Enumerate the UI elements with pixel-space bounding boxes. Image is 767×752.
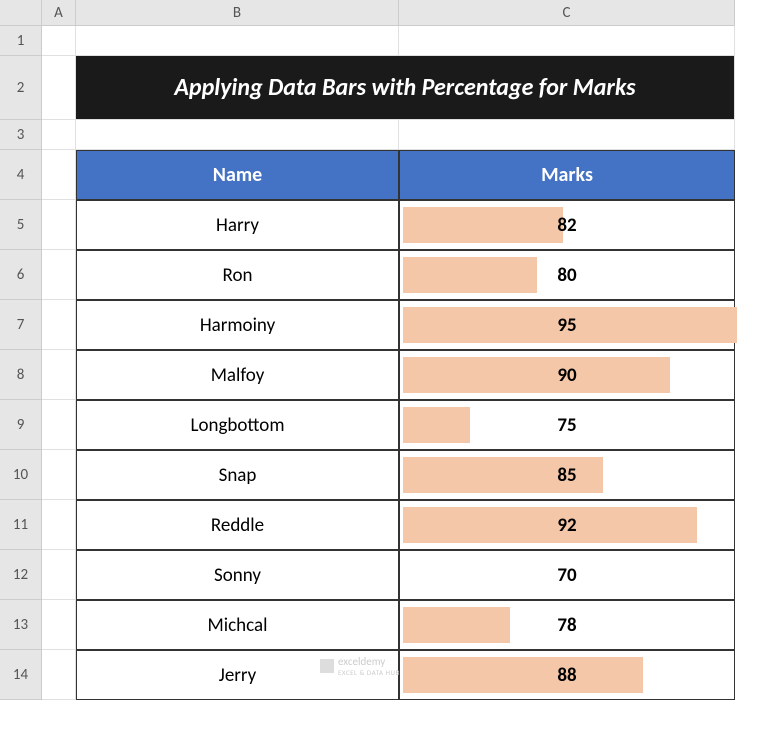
cell-a3[interactable] — [42, 120, 76, 150]
marks-cell[interactable]: 75 — [399, 400, 735, 450]
marks-cell[interactable]: 90 — [399, 350, 735, 400]
cell-a2[interactable] — [42, 56, 76, 120]
col-header-c[interactable]: C — [399, 0, 735, 26]
marks-value: 92 — [400, 514, 734, 537]
marks-value: 78 — [400, 614, 734, 637]
marks-cell[interactable]: 85 — [399, 450, 735, 500]
row-header-10[interactable]: 10 — [0, 450, 42, 500]
row-header-13[interactable]: 13 — [0, 600, 42, 650]
watermark: exceldemy EXCEL & DATA HUB — [320, 655, 400, 677]
cell-a4[interactable] — [42, 150, 76, 200]
marks-value: 82 — [400, 214, 734, 237]
marks-cell[interactable]: 92 — [399, 500, 735, 550]
name-cell[interactable]: Snap — [76, 450, 399, 500]
row-header-5[interactable]: 5 — [0, 200, 42, 250]
row-header-4[interactable]: 4 — [0, 150, 42, 200]
row-header-1[interactable]: 1 — [0, 26, 42, 56]
header-name[interactable]: Name — [76, 150, 399, 200]
name-cell[interactable]: Harmoiny — [76, 300, 399, 350]
name-cell[interactable]: Longbottom — [76, 400, 399, 450]
row-header-7[interactable]: 7 — [0, 300, 42, 350]
cell-b3[interactable] — [76, 120, 399, 150]
name-cell[interactable]: Sonny — [76, 550, 399, 600]
cell-b1[interactable] — [76, 26, 399, 56]
select-all-corner[interactable] — [0, 0, 42, 26]
marks-value: 88 — [400, 664, 734, 687]
marks-cell[interactable]: 82 — [399, 200, 735, 250]
watermark-subtext: EXCEL & DATA HUB — [338, 668, 400, 677]
marks-value: 75 — [400, 414, 734, 437]
watermark-text: exceldemy — [338, 655, 385, 668]
cell-a9[interactable] — [42, 400, 76, 450]
marks-cell[interactable]: 70 — [399, 550, 735, 600]
row-header-2[interactable]: 2 — [0, 56, 42, 120]
cell-c3[interactable] — [399, 120, 735, 150]
cell-a5[interactable] — [42, 200, 76, 250]
name-cell[interactable]: Malfoy — [76, 350, 399, 400]
cell-a11[interactable] — [42, 500, 76, 550]
cell-c1[interactable] — [399, 26, 735, 56]
cell-a10[interactable] — [42, 450, 76, 500]
marks-value: 85 — [400, 464, 734, 487]
name-cell[interactable]: Reddle — [76, 500, 399, 550]
spreadsheet-grid: A B C 1 2 Applying Data Bars with Percen… — [0, 0, 767, 700]
row-header-11[interactable]: 11 — [0, 500, 42, 550]
row-header-12[interactable]: 12 — [0, 550, 42, 600]
marks-value: 95 — [400, 314, 734, 337]
name-cell[interactable]: Michcal — [76, 600, 399, 650]
watermark-icon — [320, 659, 334, 673]
marks-cell[interactable]: 95 — [399, 300, 735, 350]
cell-a1[interactable] — [42, 26, 76, 56]
row-header-14[interactable]: 14 — [0, 650, 42, 700]
cell-a13[interactable] — [42, 600, 76, 650]
marks-value: 70 — [400, 564, 734, 587]
row-header-9[interactable]: 9 — [0, 400, 42, 450]
header-marks[interactable]: Marks — [399, 150, 735, 200]
name-cell[interactable]: Ron — [76, 250, 399, 300]
marks-value: 80 — [400, 264, 734, 287]
row-header-8[interactable]: 8 — [0, 350, 42, 400]
cell-a7[interactable] — [42, 300, 76, 350]
cell-a14[interactable] — [42, 650, 76, 700]
marks-cell[interactable]: 88 — [399, 650, 735, 700]
title-cell[interactable]: Applying Data Bars with Percentage for M… — [76, 56, 735, 120]
cell-a8[interactable] — [42, 350, 76, 400]
marks-cell[interactable]: 80 — [399, 250, 735, 300]
cell-a12[interactable] — [42, 550, 76, 600]
name-cell[interactable]: Harry — [76, 200, 399, 250]
col-header-b[interactable]: B — [76, 0, 399, 26]
cell-a6[interactable] — [42, 250, 76, 300]
row-header-3[interactable]: 3 — [0, 120, 42, 150]
row-header-6[interactable]: 6 — [0, 250, 42, 300]
marks-value: 90 — [400, 364, 734, 387]
marks-cell[interactable]: 78 — [399, 600, 735, 650]
col-header-a[interactable]: A — [42, 0, 76, 26]
